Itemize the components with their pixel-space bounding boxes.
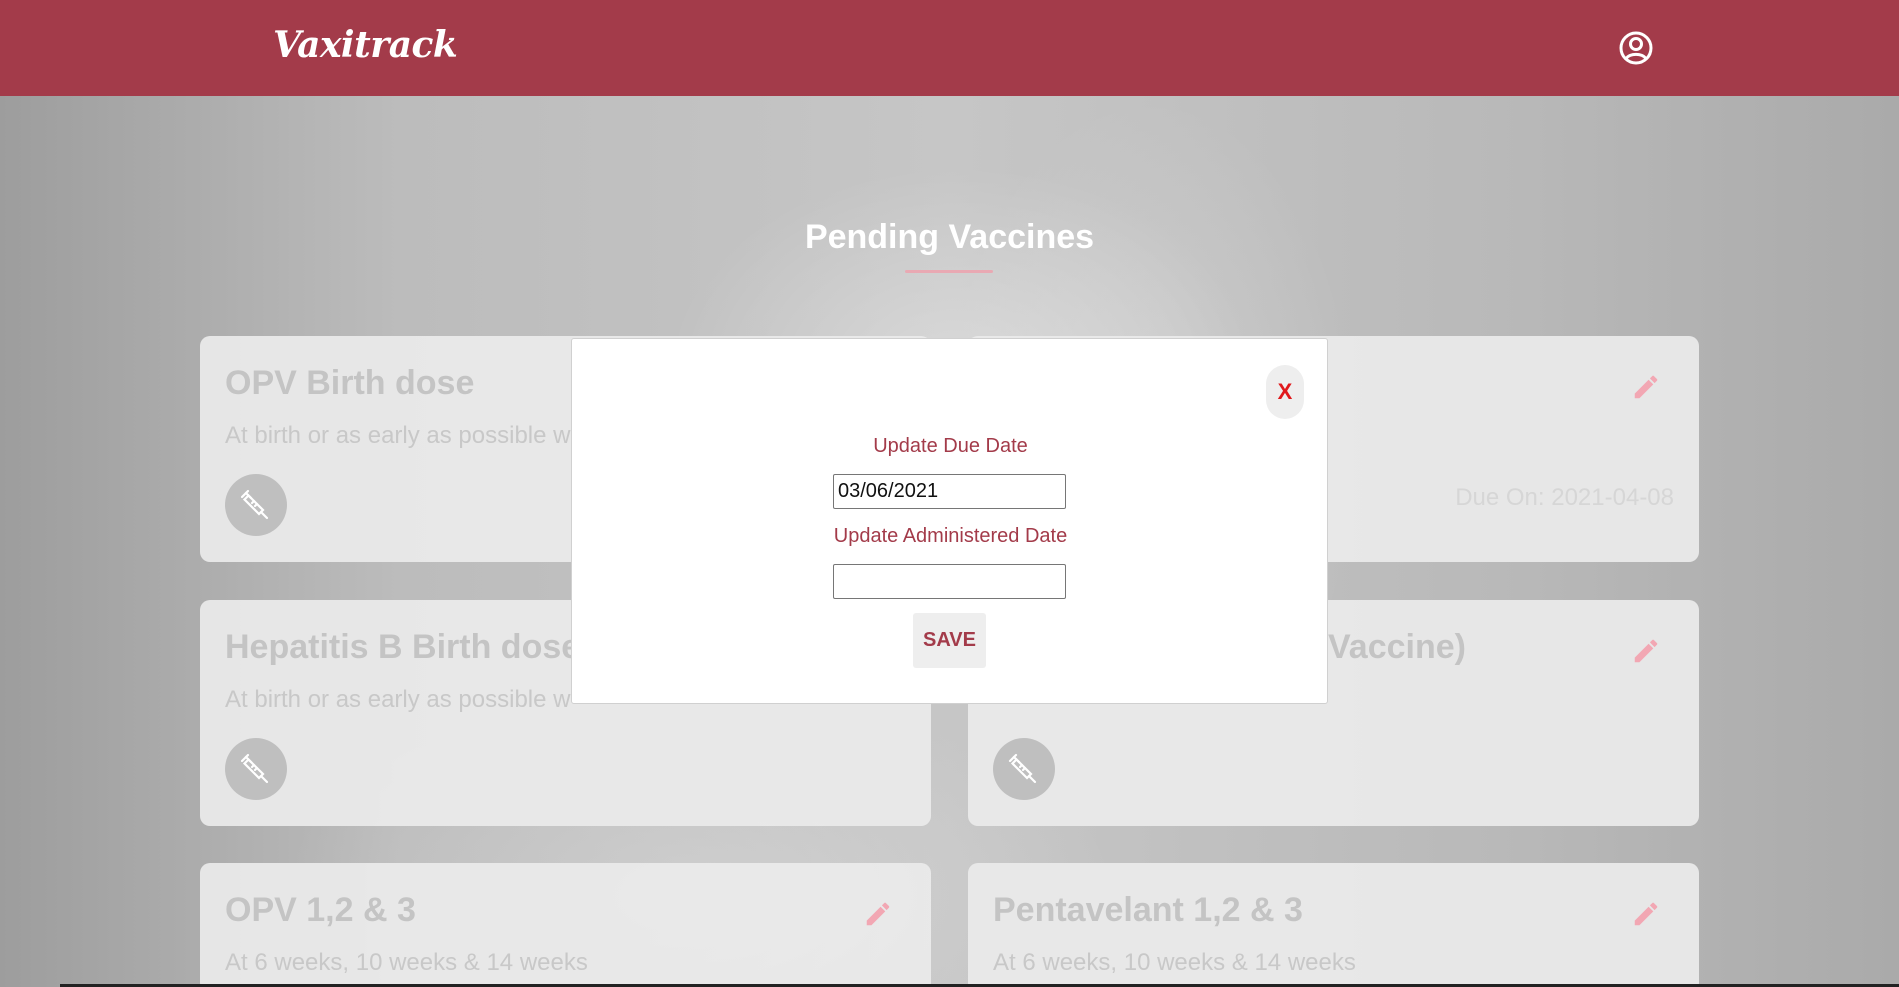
administered-date-input[interactable] <box>833 564 1066 599</box>
card-title: Pentavelant 1,2 & 3 <box>993 891 1303 929</box>
update-dates-modal: X Update Due Date Update Administered Da… <box>571 338 1328 704</box>
close-button[interactable]: X <box>1266 365 1304 419</box>
pencil-icon[interactable] <box>1631 372 1661 402</box>
card-subtitle: At 6 weeks, 10 weeks & 14 weeks <box>993 949 1356 976</box>
administered-date-label: Update Administered Date <box>833 525 1068 547</box>
card-subtitle: At birth or as early as possible w <box>225 422 571 449</box>
save-button[interactable]: SAVE <box>913 613 986 668</box>
card-subtitle: At birth or as early as possible w <box>225 686 571 713</box>
syringe-icon <box>240 753 269 784</box>
administer-button[interactable] <box>225 474 287 536</box>
card-title: OPV 1,2 & 3 <box>225 891 416 929</box>
title-underline <box>905 270 993 273</box>
card-subtitle: At 6 weeks, 10 weeks & 14 weeks <box>225 949 588 976</box>
card-title: Vaccine) <box>1328 628 1466 666</box>
administer-button[interactable] <box>225 738 287 800</box>
card-due-date: Due On: 2021-04-08 <box>1455 484 1674 511</box>
card-title: OPV Birth dose <box>225 364 475 402</box>
pencil-icon[interactable] <box>1631 636 1661 666</box>
due-date-input[interactable] <box>833 474 1066 509</box>
card-title: Hepatitis B Birth dose <box>225 628 581 666</box>
administer-button[interactable] <box>993 738 1055 800</box>
account-circle-icon[interactable] <box>1618 30 1654 66</box>
syringe-icon <box>240 489 269 520</box>
pencil-icon[interactable] <box>1631 899 1661 929</box>
page-title: Pending Vaccines <box>804 218 1095 256</box>
top-navbar: Vaxitrack <box>0 0 1899 96</box>
vaccine-card: OPV 1,2 & 3 At 6 weeks, 10 weeks & 14 we… <box>200 863 931 987</box>
due-date-label: Update Due Date <box>873 435 1028 457</box>
pencil-icon[interactable] <box>863 899 893 929</box>
brand-logo[interactable]: Vaxitrack <box>273 24 458 66</box>
syringe-icon <box>1008 753 1037 784</box>
vaccine-card: Pentavelant 1,2 & 3 At 6 weeks, 10 weeks… <box>968 863 1699 987</box>
